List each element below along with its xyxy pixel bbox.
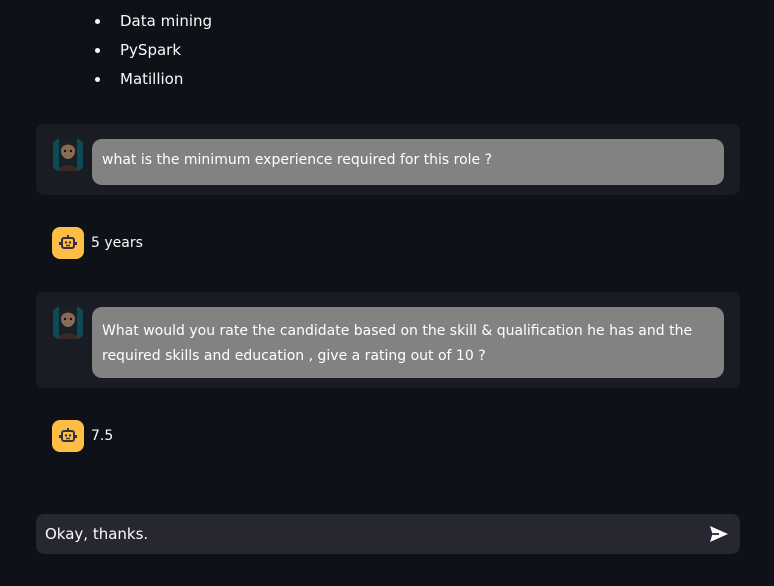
chat-input[interactable] xyxy=(36,514,704,554)
user-avatar xyxy=(53,307,83,339)
chat-input-container xyxy=(36,514,740,554)
chat-page: Data mining PySpark Matillion what is th… xyxy=(0,0,774,586)
user-avatar xyxy=(53,139,83,171)
list-item: Matillion xyxy=(95,65,212,94)
send-button[interactable] xyxy=(708,523,730,545)
user-message: what is the minimum experience required … xyxy=(36,124,740,195)
assistant-message-text: 5 years xyxy=(91,235,143,251)
send-icon xyxy=(710,526,728,542)
list-item: Data mining xyxy=(95,7,212,36)
user-message-bubble: What would you rate the candidate based … xyxy=(92,307,724,378)
user-message: What would you rate the candidate based … xyxy=(36,292,740,388)
robot-icon xyxy=(52,420,84,452)
user-message-bubble: what is the minimum experience required … xyxy=(92,139,724,185)
robot-icon xyxy=(52,227,84,259)
skills-list: Data mining PySpark Matillion xyxy=(95,7,212,94)
assistant-message: 5 years xyxy=(52,227,143,259)
assistant-message: 7.5 xyxy=(52,420,113,452)
list-item: PySpark xyxy=(95,36,212,65)
assistant-message-text: 7.5 xyxy=(91,428,114,444)
